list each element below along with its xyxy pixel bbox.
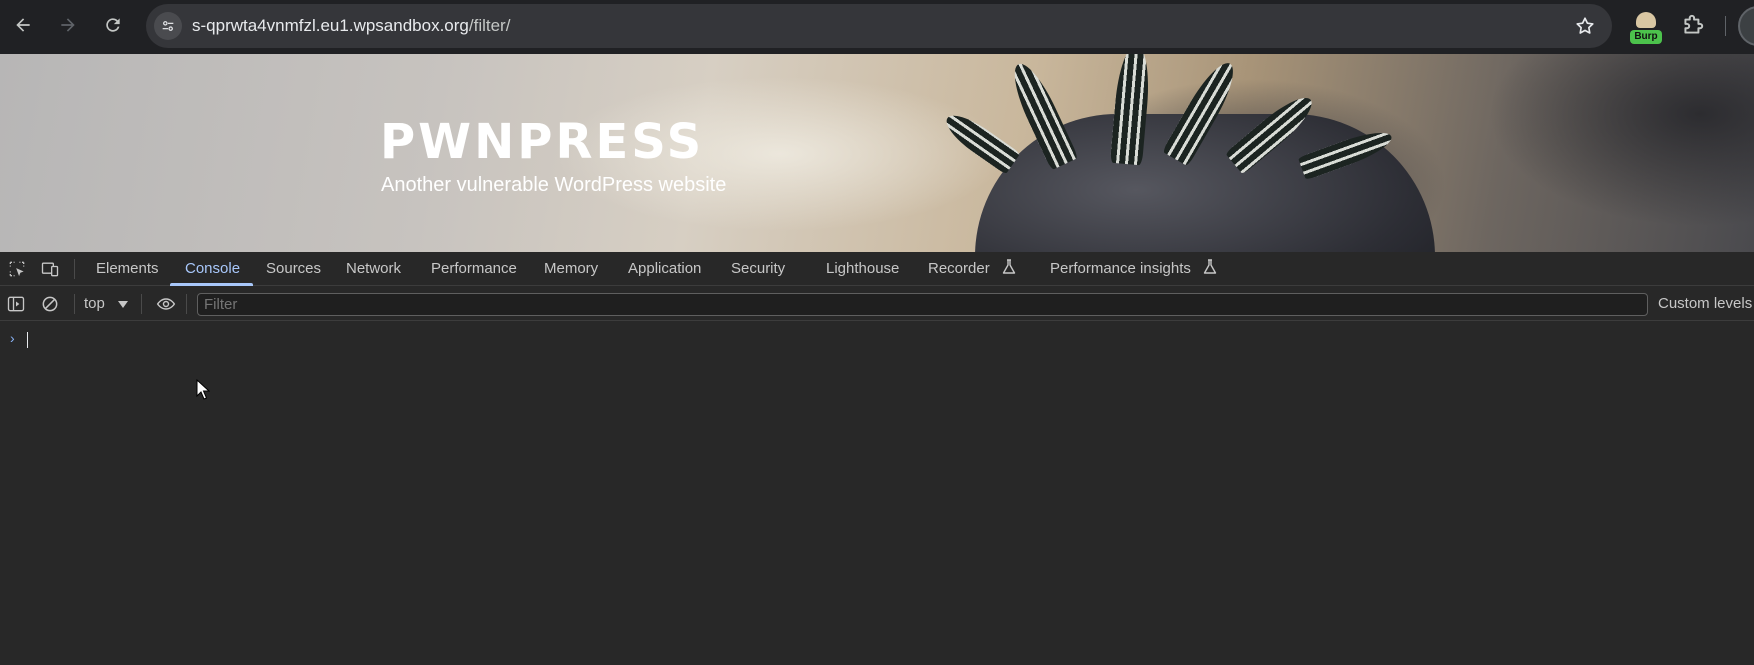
tab-memory[interactable]: Memory bbox=[544, 252, 598, 286]
back-button[interactable] bbox=[8, 10, 38, 40]
clear-console-icon[interactable] bbox=[40, 294, 60, 314]
site-header-hero: PWNPRESS Another vulnerable WordPress we… bbox=[0, 54, 1754, 252]
profile-avatar[interactable] bbox=[1738, 6, 1754, 46]
experiment-flask-icon bbox=[1002, 259, 1016, 274]
show-sidebar-icon[interactable] bbox=[6, 294, 26, 314]
burp-logo-icon bbox=[1636, 12, 1656, 28]
toolbar-divider bbox=[186, 294, 187, 314]
tab-console[interactable]: Console bbox=[185, 252, 240, 286]
console-filter-input[interactable] bbox=[197, 293, 1648, 316]
tune-icon bbox=[162, 21, 174, 31]
url-text[interactable]: s-qprwta4vnmfzl.eu1.wpsandbox.org/filter… bbox=[192, 16, 510, 36]
console-output[interactable]: › bbox=[0, 322, 1754, 665]
console-input-caret bbox=[27, 332, 28, 348]
site-title[interactable]: PWNPRESS bbox=[380, 114, 704, 170]
mouse-pointer-icon bbox=[196, 379, 210, 400]
browser-toolbar: s-qprwta4vnmfzl.eu1.wpsandbox.org/filter… bbox=[0, 0, 1754, 54]
tab-elements[interactable]: Elements bbox=[96, 252, 159, 286]
burp-badge: Burp bbox=[1630, 30, 1662, 44]
tab-application[interactable]: Application bbox=[628, 252, 701, 286]
arrow-left-icon bbox=[16, 18, 30, 32]
devtools-panel: Elements Console Sources Network Perform… bbox=[0, 252, 1754, 665]
inspect-element-icon[interactable] bbox=[7, 259, 27, 279]
reload-icon bbox=[106, 18, 120, 32]
console-toolbar: top Custom levels bbox=[0, 287, 1754, 321]
tab-performance[interactable]: Performance bbox=[431, 252, 517, 286]
toolbar-divider bbox=[141, 294, 142, 314]
url-path: /filter/ bbox=[468, 16, 511, 35]
experiment-flask-icon bbox=[1203, 259, 1217, 274]
arrow-right-icon bbox=[61, 18, 75, 32]
tab-security[interactable]: Security bbox=[731, 252, 785, 286]
devtools-tab-bar: Elements Console Sources Network Perform… bbox=[0, 252, 1754, 286]
tab-performance-insights[interactable]: Performance insights bbox=[1050, 252, 1217, 286]
device-toolbar-icon[interactable] bbox=[40, 259, 60, 279]
tab-recorder[interactable]: Recorder bbox=[928, 252, 1016, 286]
site-tagline: Another vulnerable WordPress website bbox=[381, 174, 727, 196]
forward-button[interactable] bbox=[53, 10, 83, 40]
log-levels-dropdown[interactable]: Custom levels bbox=[1658, 295, 1752, 312]
tab-lighthouse[interactable]: Lighthouse bbox=[826, 252, 899, 286]
site-info-button[interactable] bbox=[154, 12, 182, 40]
tab-recorder-label: Recorder bbox=[928, 260, 990, 277]
toolbar-divider bbox=[74, 294, 75, 314]
hero-plant-leaf bbox=[940, 107, 1021, 175]
burp-extension-button[interactable]: Burp bbox=[1628, 10, 1664, 44]
reload-button[interactable] bbox=[98, 10, 128, 40]
extensions-puzzle-icon[interactable] bbox=[1680, 12, 1706, 38]
active-tab-indicator bbox=[170, 283, 253, 286]
url-host: s-qprwta4vnmfzl.eu1.wpsandbox.org bbox=[192, 16, 469, 35]
tab-network[interactable]: Network bbox=[346, 252, 401, 286]
tab-sources[interactable]: Sources bbox=[266, 252, 321, 286]
chevron-down-icon[interactable] bbox=[118, 301, 128, 308]
bookmark-star-icon[interactable] bbox=[1574, 15, 1596, 37]
live-expression-eye-icon[interactable] bbox=[154, 294, 178, 314]
tab-performance-insights-label: Performance insights bbox=[1050, 260, 1191, 277]
toolbar-divider bbox=[74, 259, 75, 279]
toolbar-separator bbox=[1725, 16, 1726, 36]
console-prompt-chevron-icon: › bbox=[10, 330, 15, 346]
context-selector[interactable]: top bbox=[84, 295, 105, 312]
address-bar[interactable]: s-qprwta4vnmfzl.eu1.wpsandbox.org/filter… bbox=[146, 4, 1612, 48]
